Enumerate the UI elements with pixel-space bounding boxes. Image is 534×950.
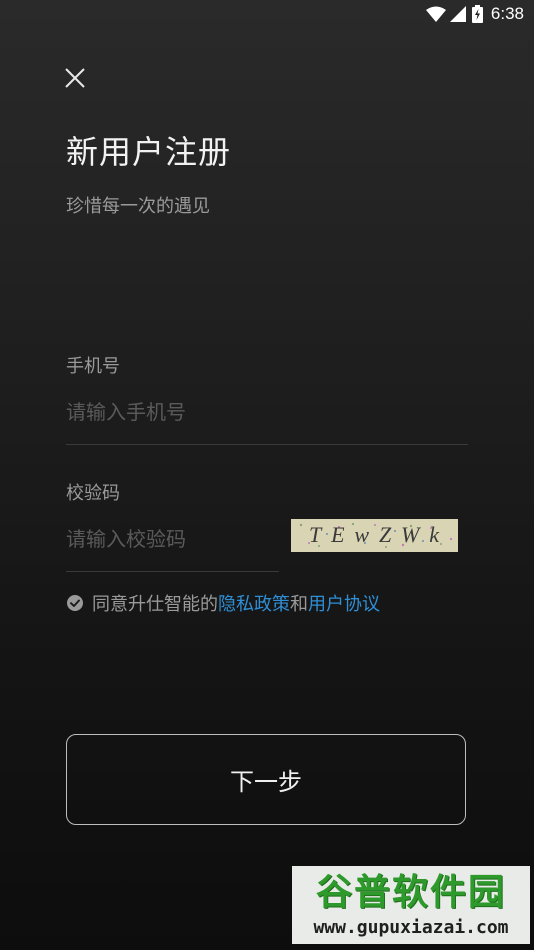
code-underline: [66, 571, 279, 572]
phone-label: 手机号: [66, 356, 120, 377]
watermark-title: 谷普软件园: [315, 872, 506, 913]
code-label: 校验码: [66, 483, 120, 504]
next-step-button[interactable]: 下一步: [66, 734, 466, 825]
battery-icon: [471, 5, 483, 23]
close-icon: [65, 68, 85, 88]
captcha-image[interactable]: TEwZWk: [291, 519, 458, 552]
privacy-policy-link[interactable]: 隐私政策: [218, 590, 290, 616]
status-time: 6:38: [490, 4, 524, 23]
close-button[interactable]: [58, 61, 92, 95]
cell-signal-icon: [449, 6, 466, 22]
status-icons: 6:38: [425, 3, 524, 25]
page-subtitle: 珍惜每一次的遇见: [66, 196, 210, 217]
code-input[interactable]: [66, 519, 278, 559]
status-bar: 6:38: [0, 0, 534, 28]
agreement-checkbox[interactable]: [66, 594, 84, 612]
watermark-url: www.gupuxiazai.com: [313, 917, 509, 938]
check-circle-icon: [67, 595, 83, 611]
phone-input[interactable]: [66, 392, 466, 432]
wifi-icon: [425, 6, 446, 22]
watermark: 谷普软件园 www.gupuxiazai.com: [292, 866, 530, 944]
agreement-row: 同意升仕智能的 隐私政策 和 用户协议: [66, 590, 380, 616]
user-agreement-link[interactable]: 用户协议: [308, 590, 380, 616]
phone-underline: [66, 444, 468, 445]
agreement-conjunction: 和: [290, 594, 308, 615]
agreement-prefix: 同意升仕智能的: [92, 594, 218, 615]
page-title: 新用户注册: [66, 133, 232, 171]
